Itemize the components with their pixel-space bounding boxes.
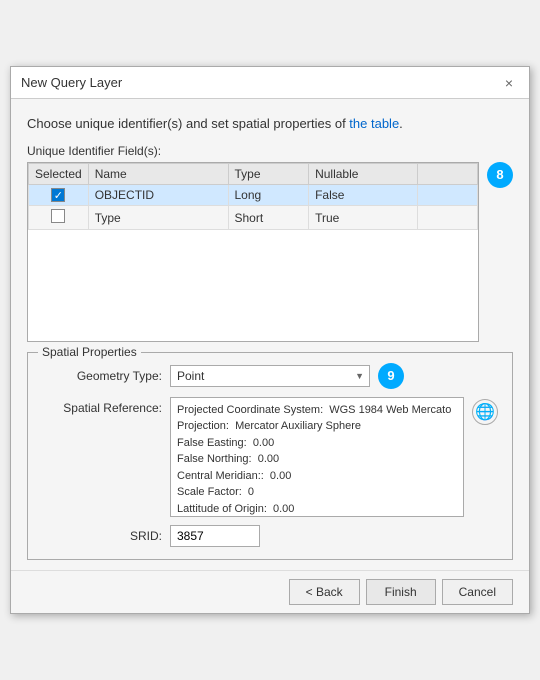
- row-name: OBJECTID: [88, 184, 228, 206]
- srid-input[interactable]: [170, 525, 260, 547]
- row-extra: [418, 206, 478, 230]
- unique-identifier-label: Unique Identifier Field(s):: [27, 144, 513, 158]
- col-extra: [418, 163, 478, 184]
- spatial-reference-text[interactable]: Projected Coordinate System: WGS 1984 We…: [170, 397, 464, 517]
- spatial-properties-legend: Spatial Properties: [38, 345, 141, 359]
- intro-text: Choose unique identifier(s) and set spat…: [27, 115, 513, 133]
- table-row[interactable]: ✓ OBJECTID Long False: [29, 184, 478, 206]
- close-button[interactable]: ×: [499, 73, 519, 93]
- cancel-button[interactable]: Cancel: [442, 579, 513, 605]
- srid-row: SRID:: [42, 525, 498, 547]
- spatial-reference-row: Spatial Reference: Projected Coordinate …: [42, 397, 498, 517]
- dialog-body: Choose unique identifier(s) and set spat…: [11, 99, 529, 569]
- unique-identifier-table-container: Selected Name Type Nullable ✓ OBJECTID L…: [27, 162, 479, 342]
- col-type: Type: [228, 163, 309, 184]
- checkbox-cell[interactable]: ✓: [29, 184, 89, 206]
- row-type: Long: [228, 184, 309, 206]
- row-checkbox[interactable]: ✓: [51, 188, 65, 202]
- srid-label: SRID:: [42, 529, 162, 543]
- unique-identifier-section: Unique Identifier Field(s): Selected Nam…: [27, 144, 513, 342]
- row-nullable: False: [309, 184, 418, 206]
- step-badge-8: 8: [487, 162, 513, 188]
- row-checkbox[interactable]: [51, 209, 65, 223]
- intro-text-link: the table: [349, 116, 399, 131]
- geometry-type-label: Geometry Type:: [42, 369, 162, 383]
- finish-button[interactable]: Finish: [366, 579, 436, 605]
- row-name: Type: [88, 206, 228, 230]
- col-nullable: Nullable: [309, 163, 418, 184]
- row-nullable: True: [309, 206, 418, 230]
- geometry-type-select-wrapper: PointPolylinePolygonMultipoint: [170, 365, 370, 387]
- table-header-row: Selected Name Type Nullable: [29, 163, 478, 184]
- col-selected: Selected: [29, 163, 89, 184]
- row-extra: [418, 184, 478, 206]
- dialog-title: New Query Layer: [21, 75, 122, 90]
- step-badge-9: 9: [378, 363, 404, 389]
- table-row[interactable]: Type Short True: [29, 206, 478, 230]
- title-bar: New Query Layer ×: [11, 67, 529, 99]
- geometry-type-select[interactable]: PointPolylinePolygonMultipoint: [170, 365, 370, 387]
- geometry-type-row: Geometry Type: PointPolylinePolygonMulti…: [42, 363, 498, 389]
- intro-text-plain: Choose unique identifier(s) and set spat…: [27, 116, 349, 131]
- spatial-properties-group: Spatial Properties Geometry Type: PointP…: [27, 352, 513, 560]
- checkbox-cell[interactable]: [29, 206, 89, 230]
- intro-text-end: .: [399, 116, 403, 131]
- col-name: Name: [88, 163, 228, 184]
- spatial-reference-label: Spatial Reference:: [42, 397, 162, 415]
- back-button[interactable]: < Back: [289, 579, 360, 605]
- row-type: Short: [228, 206, 309, 230]
- unique-identifier-table: Selected Name Type Nullable ✓ OBJECTID L…: [28, 163, 478, 231]
- dialog: New Query Layer × Choose unique identifi…: [10, 66, 530, 613]
- footer: < Back Finish Cancel: [11, 570, 529, 613]
- globe-icon[interactable]: 🌐: [472, 399, 498, 425]
